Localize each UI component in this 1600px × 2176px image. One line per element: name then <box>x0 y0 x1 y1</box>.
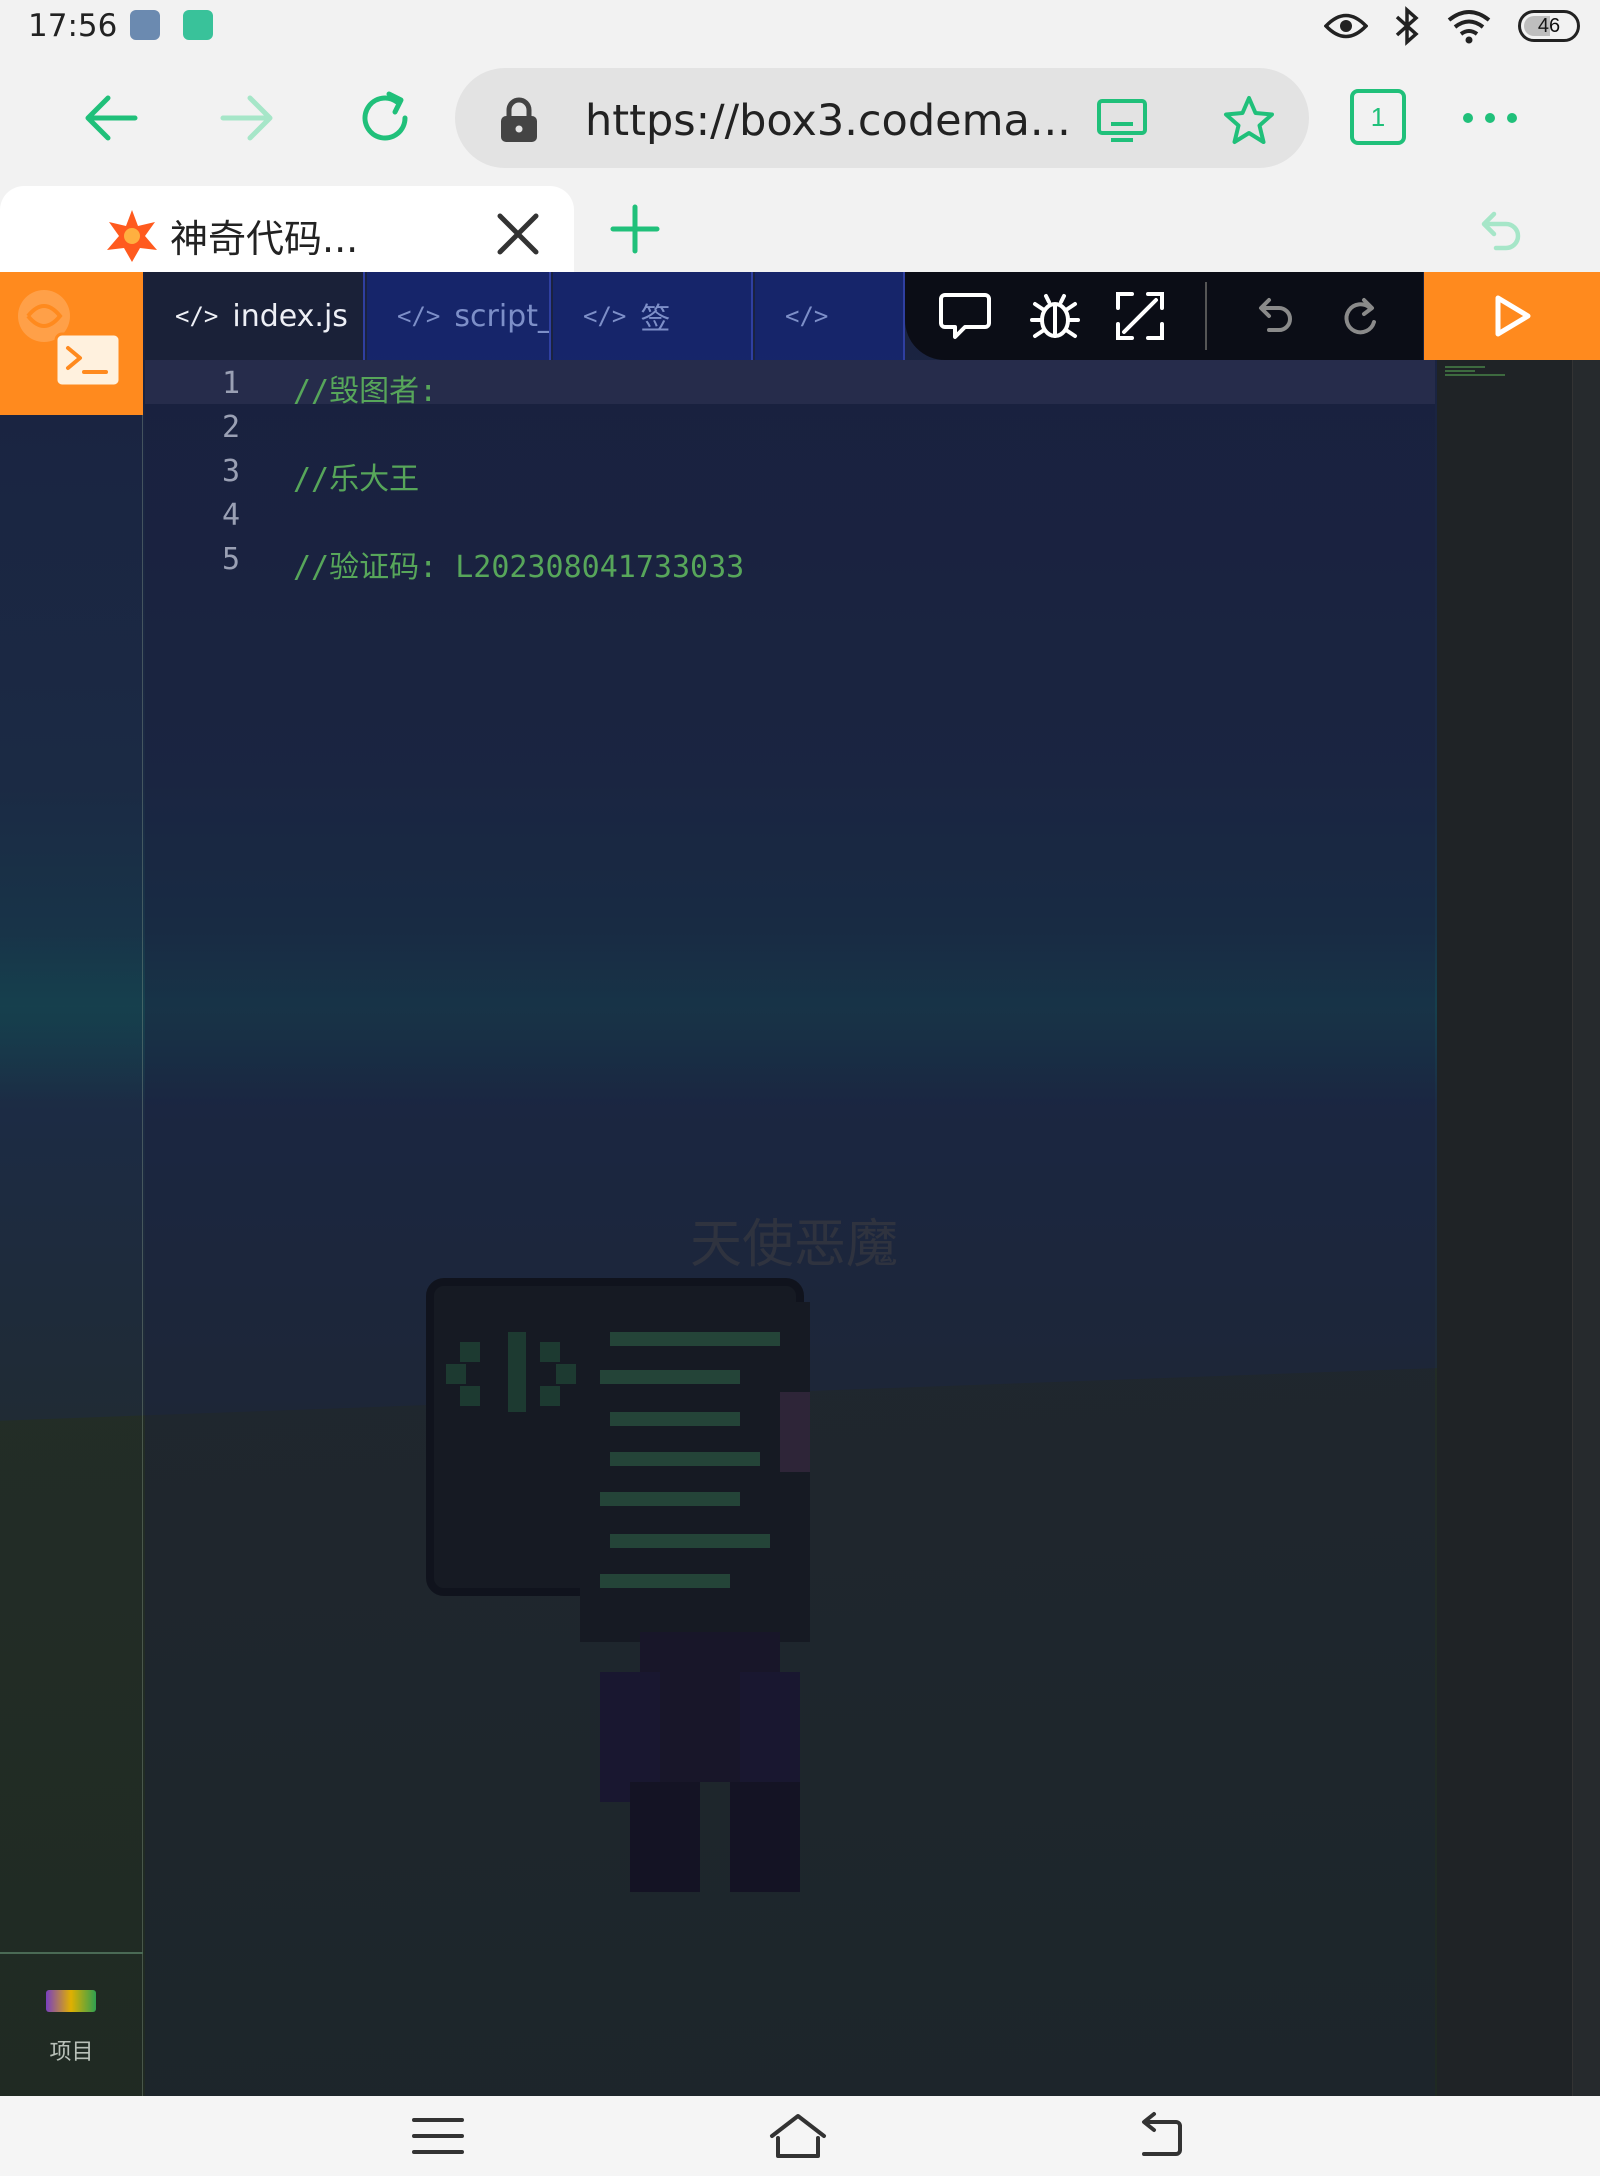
forward-button[interactable] <box>208 78 288 158</box>
minimap-line <box>1445 374 1505 376</box>
desktop-mode-icon[interactable] <box>1095 98 1149 144</box>
sidebar-item-project[interactable]: 项目 <box>0 2034 143 2066</box>
code-editor[interactable]: 1//毁图者: 2 3//乐大王 4 5 //验证码: L202308041733… <box>145 360 1435 2096</box>
undo-button[interactable] <box>1243 286 1303 346</box>
code-line[interactable]: 3//乐大王 <box>145 448 1435 497</box>
code-line[interactable]: 2 <box>145 404 1435 448</box>
redo-icon <box>1344 298 1376 335</box>
reload-icon <box>362 91 408 141</box>
left-sidebar: 项目 <box>0 272 143 2096</box>
code-line[interactable]: 1//毁图者: <box>145 360 1435 409</box>
more-dots-icon <box>1463 113 1517 123</box>
bluetooth-icon <box>1395 6 1419 46</box>
tab-label: script_1.js <box>454 298 549 334</box>
tab-index-js[interactable]: </> index.js <box>145 272 365 360</box>
back-icon[interactable] <box>1132 2108 1192 2164</box>
browser-tab-strip: 神奇代码... <box>0 182 1600 272</box>
comment-button[interactable] <box>935 286 995 346</box>
url-text: https://box3.codema... <box>585 96 1071 146</box>
comment-icon <box>939 293 991 339</box>
undo-close-icon[interactable] <box>1472 204 1524 256</box>
terminal-icon <box>54 332 122 388</box>
vertical-scrollbar[interactable] <box>1572 360 1600 2096</box>
arrow-left-icon <box>85 95 138 141</box>
new-tab-icon[interactable] <box>610 204 660 254</box>
wifi-icon <box>1447 10 1491 44</box>
system-nav-bar <box>0 2096 1600 2176</box>
line-number: 4 <box>221 498 240 533</box>
tab-script-1-js[interactable]: </> script_1.js <box>367 272 551 360</box>
editor-tab-bar: </> index.js </> script_1.js </> 签 </> <box>145 272 905 360</box>
line-number: 5 <box>221 542 240 577</box>
toolbar-separator <box>1205 282 1207 350</box>
status-bar: 17:56 46 <box>0 0 1600 52</box>
scissors-icon <box>130 10 160 40</box>
redo-button[interactable] <box>1330 286 1390 346</box>
code-file-icon: </> <box>583 302 627 330</box>
fullscreen-button[interactable] <box>1110 286 1170 346</box>
tab-script-2[interactable]: </> <box>755 272 905 360</box>
line-number: 3 <box>221 454 240 489</box>
menu-icon[interactable] <box>408 2108 468 2164</box>
site-favicon-icon <box>107 210 157 262</box>
more-menu-button[interactable] <box>1450 78 1530 158</box>
code-line[interactable]: 4 <box>145 492 1435 536</box>
tab-count: 1 <box>1370 101 1386 132</box>
play-icon <box>1495 295 1531 337</box>
reload-button[interactable] <box>345 78 425 158</box>
editor-floating-toolbar <box>905 272 1423 360</box>
close-icon[interactable] <box>490 206 546 262</box>
debug-button[interactable] <box>1025 286 1085 346</box>
back-button[interactable] <box>70 78 150 158</box>
tab-title: 神奇代码... <box>170 217 359 261</box>
arrow-right-icon <box>220 95 273 141</box>
line-number: 1 <box>221 366 240 401</box>
tab-sign[interactable]: </> 签 <box>553 272 753 360</box>
line-number: 2 <box>221 410 240 445</box>
minimap[interactable] <box>1437 360 1572 2096</box>
status-time: 17:56 <box>28 8 118 44</box>
tab-label: index.js <box>232 298 348 334</box>
lock-icon <box>501 97 537 142</box>
browser-toolbar: https://box3.codema... 1 <box>0 52 1600 182</box>
battery-level: 46 <box>1537 14 1561 37</box>
minimap-line <box>1445 370 1475 372</box>
star-icon[interactable] <box>1222 94 1276 146</box>
code-editor-app: 天使恶魔 项目 1 //毁图者: 2 3 //乐大王 4 5 //验证码: L2… <box>0 272 1600 2096</box>
code-file-icon: </> <box>397 302 441 330</box>
minimap-line <box>1445 366 1485 368</box>
undo-icon <box>1259 298 1292 332</box>
tabs-button[interactable]: 1 <box>1350 89 1406 145</box>
line-text: //验证码: L202308041733033 <box>293 550 745 585</box>
code-line[interactable]: 5 //验证码: L202308041733033 <box>145 536 1435 585</box>
sidebar-divider <box>0 1952 143 1954</box>
code-file-icon: </> <box>785 302 829 330</box>
camera-app-icon <box>183 10 213 40</box>
tab-label: 签 <box>640 302 671 337</box>
battery-icon: 46 <box>1518 10 1580 42</box>
run-button[interactable] <box>1424 272 1600 360</box>
console-toggle-button[interactable] <box>0 272 143 415</box>
code-file-icon: </> <box>175 302 219 330</box>
address-bar[interactable]: https://box3.codema... <box>455 68 1309 168</box>
bug-icon <box>1030 294 1080 338</box>
expand-icon <box>1116 292 1164 340</box>
eye-icon <box>1324 13 1368 39</box>
home-icon[interactable] <box>768 2108 828 2164</box>
project-thumbnail[interactable] <box>46 1990 96 2012</box>
browser-tab[interactable]: 神奇代码... <box>0 186 574 272</box>
